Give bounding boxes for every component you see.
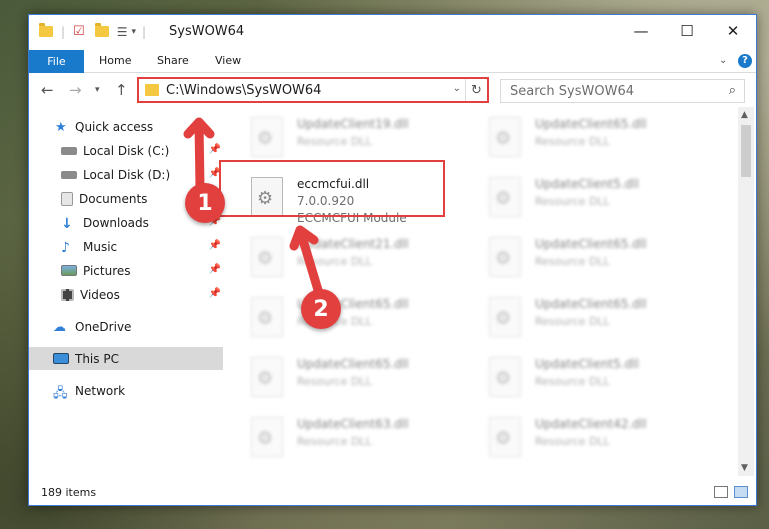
arrow-1 [183, 117, 215, 193]
step-badge-2: 2 [301, 289, 341, 329]
arrow-2 [289, 225, 323, 295]
step-badge-1: 1 [185, 183, 225, 223]
annotation-arrows [183, 117, 323, 295]
